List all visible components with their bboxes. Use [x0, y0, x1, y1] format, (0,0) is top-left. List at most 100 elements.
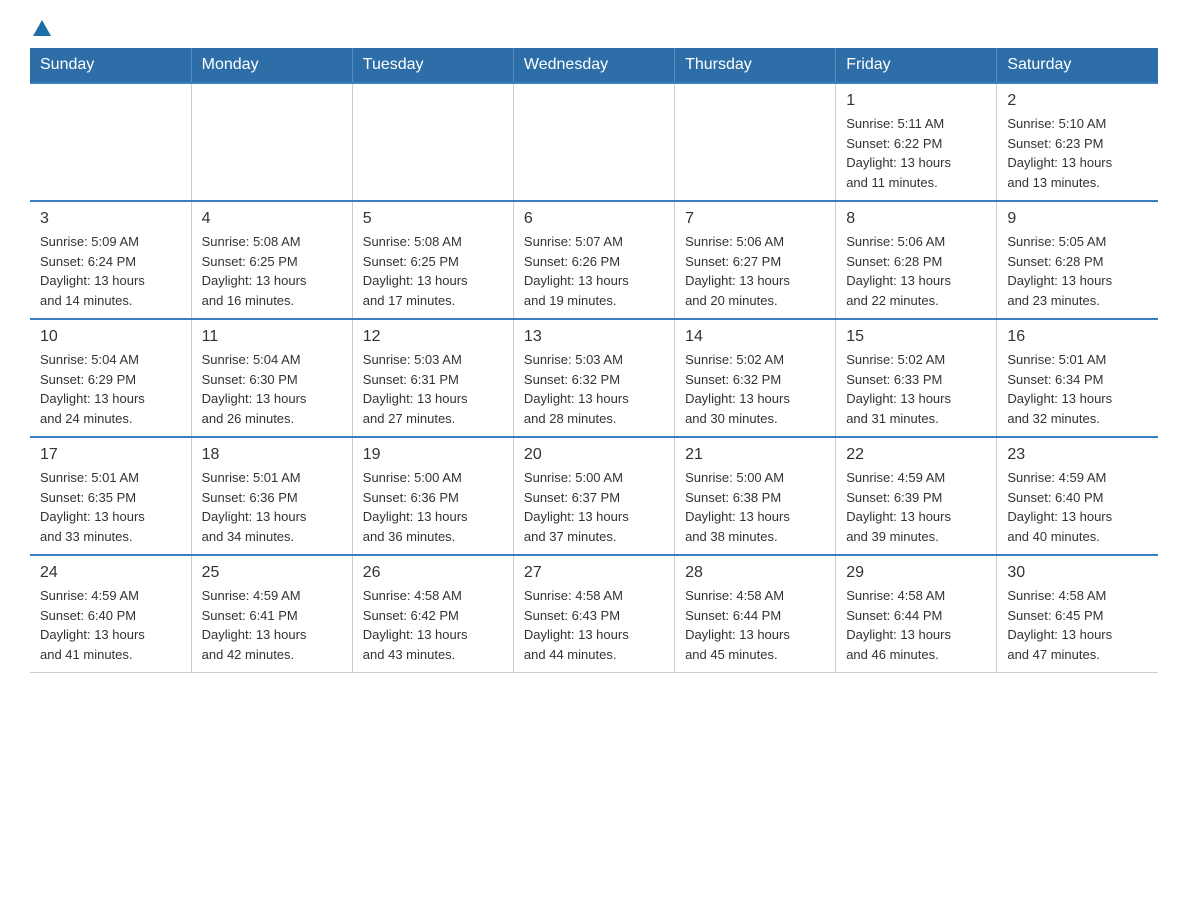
- day-number: 10: [40, 328, 181, 346]
- day-number: 24: [40, 564, 181, 582]
- calendar-day-cell: 17 Sunrise: 5:01 AMSunset: 6:35 PMDayligh…: [30, 437, 191, 555]
- day-number: 11: [202, 328, 342, 346]
- calendar-day-cell: 7 Sunrise: 5:06 AMSunset: 6:27 PMDaylight…: [675, 201, 836, 319]
- day-of-week-header: Saturday: [997, 48, 1158, 83]
- day-info: Sunrise: 4:59 AMSunset: 6:40 PMDaylight:…: [1007, 468, 1148, 546]
- day-info: Sunrise: 5:11 AMSunset: 6:22 PMDaylight:…: [846, 114, 986, 192]
- day-number: 16: [1007, 328, 1148, 346]
- calendar-day-cell: [191, 83, 352, 201]
- day-number: 2: [1007, 92, 1148, 110]
- calendar-day-cell: 16 Sunrise: 5:01 AMSunset: 6:34 PMDayligh…: [997, 319, 1158, 437]
- calendar-day-cell: [352, 83, 513, 201]
- day-info: Sunrise: 4:58 AMSunset: 6:44 PMDaylight:…: [846, 586, 986, 664]
- day-info: Sunrise: 5:00 AMSunset: 6:36 PMDaylight:…: [363, 468, 503, 546]
- calendar-day-cell: 8 Sunrise: 5:06 AMSunset: 6:28 PMDaylight…: [836, 201, 997, 319]
- calendar-day-cell: [30, 83, 191, 201]
- day-number: 17: [40, 446, 181, 464]
- calendar-day-cell: 9 Sunrise: 5:05 AMSunset: 6:28 PMDaylight…: [997, 201, 1158, 319]
- day-number: 8: [846, 210, 986, 228]
- day-of-week-header: Friday: [836, 48, 997, 83]
- calendar-day-cell: 23 Sunrise: 4:59 AMSunset: 6:40 PMDayligh…: [997, 437, 1158, 555]
- calendar-day-cell: 24 Sunrise: 4:59 AMSunset: 6:40 PMDayligh…: [30, 555, 191, 673]
- day-number: 4: [202, 210, 342, 228]
- calendar-day-cell: 27 Sunrise: 4:58 AMSunset: 6:43 PMDayligh…: [513, 555, 674, 673]
- calendar-day-cell: 14Sunrise: 5:02 AMSunset: 6:32 PMDayligh…: [675, 319, 836, 437]
- day-info: Sunrise: 4:58 AMSunset: 6:44 PMDaylight:…: [685, 586, 825, 664]
- day-info: Sunrise: 4:58 AMSunset: 6:42 PMDaylight:…: [363, 586, 503, 664]
- calendar-day-cell: 6Sunrise: 5:07 AMSunset: 6:26 PMDaylight…: [513, 201, 674, 319]
- calendar-body: 1 Sunrise: 5:11 AMSunset: 6:22 PMDaylight…: [30, 83, 1158, 673]
- day-number: 20: [524, 446, 664, 464]
- day-number: 3: [40, 210, 181, 228]
- day-of-week-header: Thursday: [675, 48, 836, 83]
- calendar-week-row: 1 Sunrise: 5:11 AMSunset: 6:22 PMDaylight…: [30, 83, 1158, 201]
- day-info: Sunrise: 5:06 AMSunset: 6:28 PMDaylight:…: [846, 232, 986, 310]
- day-info: Sunrise: 5:05 AMSunset: 6:28 PMDaylight:…: [1007, 232, 1148, 310]
- day-number: 9: [1007, 210, 1148, 228]
- calendar-day-cell: 29 Sunrise: 4:58 AMSunset: 6:44 PMDayligh…: [836, 555, 997, 673]
- day-info: Sunrise: 4:58 AMSunset: 6:43 PMDaylight:…: [524, 586, 664, 664]
- calendar-day-cell: 19 Sunrise: 5:00 AMSunset: 6:36 PMDayligh…: [352, 437, 513, 555]
- logo-triangle-icon: [33, 20, 51, 36]
- calendar-day-cell: 2 Sunrise: 5:10 AMSunset: 6:23 PMDaylight…: [997, 83, 1158, 201]
- day-number: 19: [363, 446, 503, 464]
- calendar-day-cell: 13 Sunrise: 5:03 AMSunset: 6:32 PMDayligh…: [513, 319, 674, 437]
- day-number: 5: [363, 210, 503, 228]
- day-info: Sunrise: 5:09 AMSunset: 6:24 PMDaylight:…: [40, 232, 181, 310]
- calendar-day-cell: 25Sunrise: 4:59 AMSunset: 6:41 PMDayligh…: [191, 555, 352, 673]
- calendar-week-row: 24 Sunrise: 4:59 AMSunset: 6:40 PMDayligh…: [30, 555, 1158, 673]
- day-number: 7: [685, 210, 825, 228]
- day-number: 18: [202, 446, 342, 464]
- day-info: Sunrise: 5:01 AMSunset: 6:35 PMDaylight:…: [40, 468, 181, 546]
- day-number: 6: [524, 210, 664, 228]
- day-info: Sunrise: 4:59 AMSunset: 6:41 PMDaylight:…: [202, 586, 342, 664]
- day-info: Sunrise: 5:03 AMSunset: 6:32 PMDaylight:…: [524, 350, 664, 428]
- day-number: 12: [363, 328, 503, 346]
- day-info: Sunrise: 5:00 AMSunset: 6:37 PMDaylight:…: [524, 468, 664, 546]
- day-info: Sunrise: 5:08 AMSunset: 6:25 PMDaylight:…: [363, 232, 503, 310]
- calendar-day-cell: 21Sunrise: 5:00 AMSunset: 6:38 PMDayligh…: [675, 437, 836, 555]
- day-of-week-header: Sunday: [30, 48, 191, 83]
- day-number: 27: [524, 564, 664, 582]
- calendar-day-cell: 3 Sunrise: 5:09 AMSunset: 6:24 PMDaylight…: [30, 201, 191, 319]
- day-number: 30: [1007, 564, 1148, 582]
- calendar-day-cell: 4 Sunrise: 5:08 AMSunset: 6:25 PMDaylight…: [191, 201, 352, 319]
- calendar-day-cell: 12 Sunrise: 5:03 AMSunset: 6:31 PMDayligh…: [352, 319, 513, 437]
- day-info: Sunrise: 5:03 AMSunset: 6:31 PMDaylight:…: [363, 350, 503, 428]
- day-number: 1: [846, 92, 986, 110]
- calendar-day-cell: 20 Sunrise: 5:00 AMSunset: 6:37 PMDayligh…: [513, 437, 674, 555]
- day-number: 29: [846, 564, 986, 582]
- day-number: 22: [846, 446, 986, 464]
- calendar-week-row: 10 Sunrise: 5:04 AMSunset: 6:29 PMDayligh…: [30, 319, 1158, 437]
- calendar-week-row: 3 Sunrise: 5:09 AMSunset: 6:24 PMDaylight…: [30, 201, 1158, 319]
- calendar-day-cell: 11Sunrise: 5:04 AMSunset: 6:30 PMDayligh…: [191, 319, 352, 437]
- day-of-week-header: Wednesday: [513, 48, 674, 83]
- day-info: Sunrise: 5:06 AMSunset: 6:27 PMDaylight:…: [685, 232, 825, 310]
- day-info: Sunrise: 5:08 AMSunset: 6:25 PMDaylight:…: [202, 232, 342, 310]
- day-number: 13: [524, 328, 664, 346]
- day-info: Sunrise: 5:00 AMSunset: 6:38 PMDaylight:…: [685, 468, 825, 546]
- calendar-header: SundayMondayTuesdayWednesdayThursdayFrid…: [30, 48, 1158, 83]
- calendar-day-cell: 30 Sunrise: 4:58 AMSunset: 6:45 PMDayligh…: [997, 555, 1158, 673]
- day-info: Sunrise: 4:58 AMSunset: 6:45 PMDaylight:…: [1007, 586, 1148, 664]
- calendar-day-cell: [513, 83, 674, 201]
- day-info: Sunrise: 5:10 AMSunset: 6:23 PMDaylight:…: [1007, 114, 1148, 192]
- day-number: 23: [1007, 446, 1148, 464]
- day-info: Sunrise: 5:01 AMSunset: 6:34 PMDaylight:…: [1007, 350, 1148, 428]
- calendar-day-cell: 18 Sunrise: 5:01 AMSunset: 6:36 PMDayligh…: [191, 437, 352, 555]
- day-number: 14: [685, 328, 825, 346]
- day-info: Sunrise: 4:59 AMSunset: 6:40 PMDaylight:…: [40, 586, 181, 664]
- day-header-row: SundayMondayTuesdayWednesdayThursdayFrid…: [30, 48, 1158, 83]
- calendar-week-row: 17 Sunrise: 5:01 AMSunset: 6:35 PMDayligh…: [30, 437, 1158, 555]
- day-info: Sunrise: 5:01 AMSunset: 6:36 PMDaylight:…: [202, 468, 342, 546]
- calendar-day-cell: 1 Sunrise: 5:11 AMSunset: 6:22 PMDaylight…: [836, 83, 997, 201]
- calendar-day-cell: 10 Sunrise: 5:04 AMSunset: 6:29 PMDayligh…: [30, 319, 191, 437]
- calendar-day-cell: 15Sunrise: 5:02 AMSunset: 6:33 PMDayligh…: [836, 319, 997, 437]
- calendar-day-cell: 28Sunrise: 4:58 AMSunset: 6:44 PMDayligh…: [675, 555, 836, 673]
- day-of-week-header: Monday: [191, 48, 352, 83]
- day-number: 15: [846, 328, 986, 346]
- calendar-day-cell: 22Sunrise: 4:59 AMSunset: 6:39 PMDayligh…: [836, 437, 997, 555]
- day-info: Sunrise: 5:04 AMSunset: 6:29 PMDaylight:…: [40, 350, 181, 428]
- page-header: [30, 20, 1158, 38]
- day-of-week-header: Tuesday: [352, 48, 513, 83]
